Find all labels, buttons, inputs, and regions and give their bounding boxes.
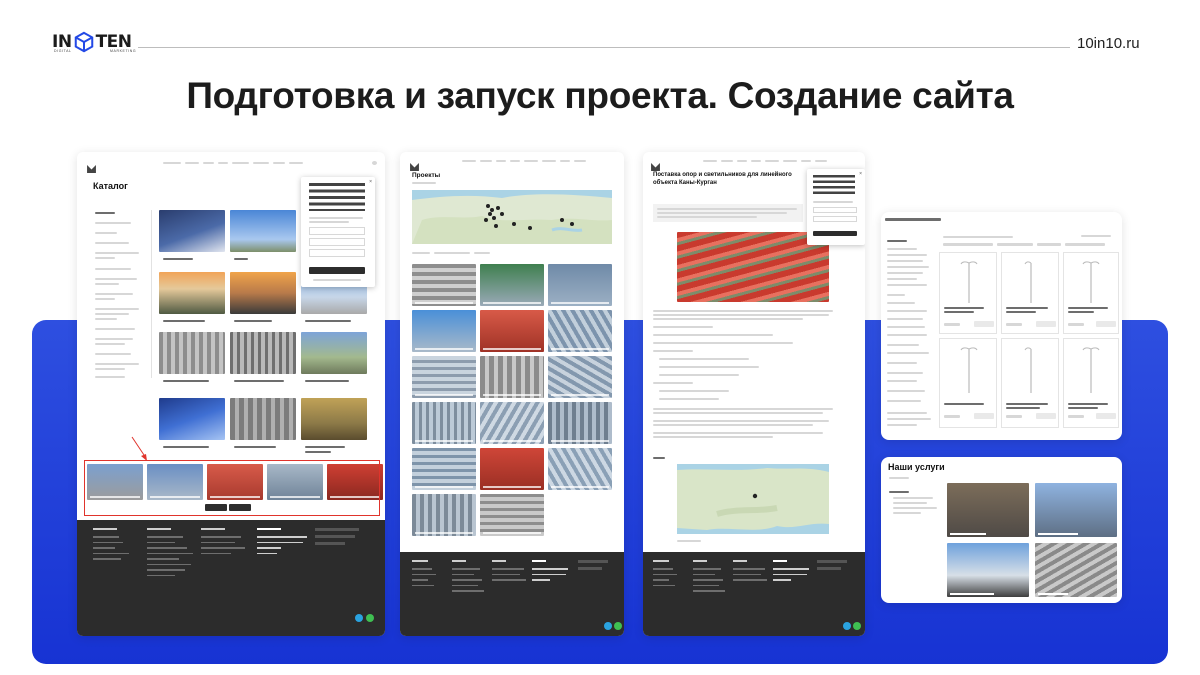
services-heading: Наши услуги — [888, 462, 945, 472]
stock-popup[interactable]: × — [301, 177, 375, 287]
popup-submit-button[interactable] — [813, 231, 857, 236]
cube-icon — [74, 31, 93, 53]
add-to-cart-button[interactable] — [1036, 413, 1056, 419]
arrow-icon — [131, 436, 147, 461]
close-icon[interactable]: × — [369, 179, 372, 185]
add-to-cart-button[interactable] — [1096, 413, 1116, 419]
add-to-cart-button[interactable] — [1096, 321, 1116, 327]
project-detail-heading: Поставка опор и светильников для линейно… — [653, 172, 792, 186]
catalog-heading: Каталог — [93, 181, 128, 191]
projects-footer — [400, 552, 624, 636]
whatsapp-icon[interactable] — [853, 622, 861, 630]
catalog-screenshot: × — [77, 152, 385, 636]
brand-logo[interactable]: IN TEN DIGITAL MARKETING — [52, 27, 136, 57]
project-location-map[interactable] — [677, 464, 829, 534]
logo-subtitle-right: MARKETING — [110, 49, 137, 53]
highlight-frame — [84, 460, 380, 516]
popup-submit-button[interactable] — [309, 267, 365, 274]
title-block: Подготовка и запуск проекта. Создание са… — [0, 75, 1200, 117]
projects-map[interactable] — [412, 190, 612, 244]
pole-icon — [1082, 261, 1100, 303]
telegram-icon[interactable] — [604, 622, 612, 630]
mini-logo-icon — [87, 160, 96, 173]
add-to-cart-button[interactable] — [1036, 321, 1056, 327]
telegram-icon[interactable] — [843, 622, 851, 630]
catalog-footer — [77, 520, 385, 636]
add-to-cart-button[interactable] — [974, 321, 994, 327]
whatsapp-icon[interactable] — [614, 622, 622, 630]
pole-icon — [960, 347, 978, 393]
mini-logo-icon — [651, 158, 660, 171]
pole-icon — [1024, 261, 1032, 303]
stock-popup[interactable]: × — [807, 169, 865, 245]
projects-screenshot: Проекты — [400, 152, 624, 636]
product-card[interactable] — [1063, 338, 1119, 428]
pole-icon — [1082, 347, 1100, 393]
add-to-cart-button[interactable] — [974, 413, 994, 419]
pole-icon — [1024, 347, 1032, 393]
product-card[interactable] — [1001, 338, 1059, 428]
project-detail-screenshot: Поставка опор и светильников для линейно… — [643, 152, 865, 636]
page-title: Подготовка и запуск проекта. Создание са… — [178, 75, 1023, 117]
product-card[interactable] — [1063, 252, 1119, 334]
mini-logo-icon — [410, 158, 419, 171]
whatsapp-icon[interactable] — [366, 614, 374, 622]
product-card[interactable] — [939, 338, 997, 428]
header-divider — [138, 47, 1070, 48]
project-detail-footer — [643, 552, 865, 636]
logo-subtitle-left: DIGITAL — [54, 49, 72, 53]
pole-icon — [960, 261, 978, 303]
site-url-link[interactable]: 10in10.ru — [1077, 35, 1140, 52]
product-card[interactable] — [1001, 252, 1059, 334]
product-listing-screenshot — [881, 212, 1122, 440]
projects-heading: Проекты — [412, 172, 441, 179]
close-icon[interactable]: × — [859, 171, 862, 177]
services-screenshot — [881, 457, 1122, 603]
product-card[interactable] — [939, 252, 997, 334]
telegram-icon[interactable] — [355, 614, 363, 622]
